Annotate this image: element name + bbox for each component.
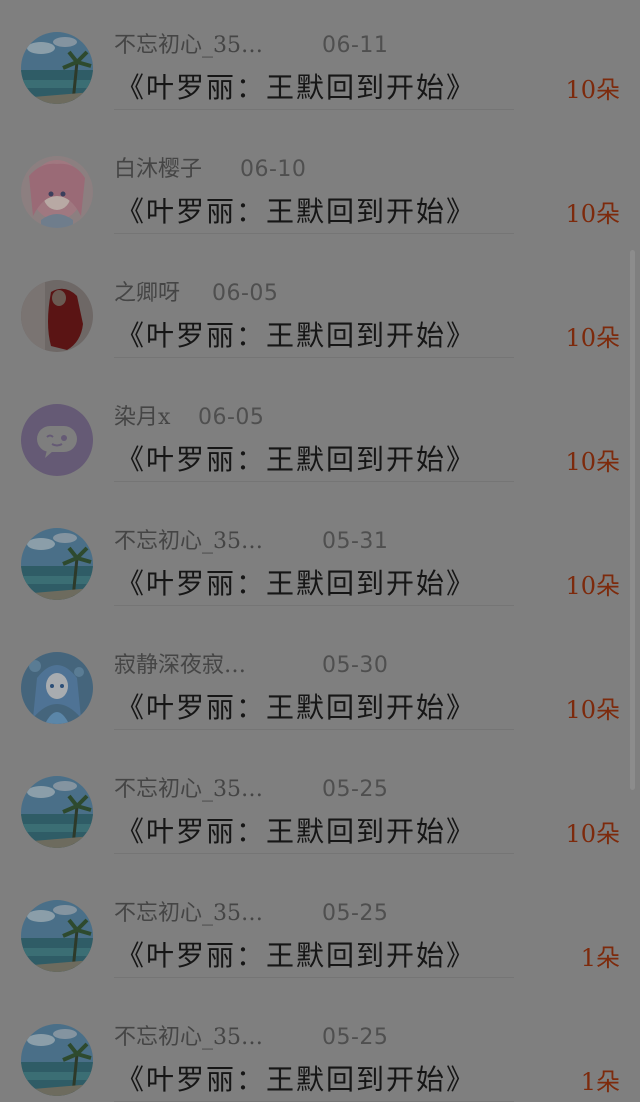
book-title[interactable]: 《叶罗丽：王默回到开始》 [116, 688, 476, 728]
user-name[interactable]: 染月x [114, 402, 170, 434]
user-name[interactable]: 寂静深夜寂… [114, 650, 246, 682]
book-title[interactable]: 《叶罗丽：王默回到开始》 [116, 440, 476, 480]
item-date: 06-05 [198, 405, 265, 430]
user-name[interactable]: 不忘初心_35… [114, 1022, 263, 1054]
flower-count: 10朵 [565, 572, 620, 600]
book-title[interactable]: 《叶罗丽：王默回到开始》 [116, 812, 476, 852]
list-item[interactable]: 不忘初心_35… 05-25 《叶罗丽：王默回到开始》 10朵 [0, 730, 640, 854]
item-meta: 不忘初心_35… 05-25 [114, 898, 534, 930]
item-date: 06-05 [212, 281, 279, 306]
item-meta: 不忘初心_35… 05-25 [114, 774, 534, 806]
item-meta: 之卿呀 06-05 [114, 278, 534, 310]
beach-avatar[interactable] [21, 528, 93, 600]
list-item[interactable]: 不忘初心_35… 05-25 《叶罗丽：王默回到开始》 1朵 [0, 978, 640, 1102]
scrollbar[interactable] [630, 250, 635, 790]
item-date: 05-30 [322, 653, 389, 678]
flower-count: 1朵 [580, 1068, 620, 1096]
list-item[interactable]: 不忘初心_35… 06-11 《叶罗丽：王默回到开始》 10朵 [0, 0, 640, 110]
item-meta: 染月x 06-05 [114, 402, 534, 434]
item-meta: 不忘初心_35… 06-11 [114, 30, 534, 62]
item-date: 05-25 [322, 777, 389, 802]
list-item[interactable]: 之卿呀 06-05 《叶罗丽：王默回到开始》 10朵 [0, 234, 640, 358]
book-title[interactable]: 《叶罗丽：王默回到开始》 [116, 316, 476, 356]
item-meta: 白沐樱子 06-10 [114, 154, 534, 186]
beach-avatar[interactable] [21, 776, 93, 848]
user-name[interactable]: 之卿呀 [114, 278, 180, 310]
beach-avatar[interactable] [21, 32, 93, 104]
flower-count: 10朵 [565, 696, 620, 724]
flower-count: 10朵 [565, 200, 620, 228]
flower-count: 10朵 [565, 76, 620, 104]
list-item[interactable]: 不忘初心_35… 05-31 《叶罗丽：王默回到开始》 10朵 [0, 482, 640, 606]
gift-record-list: 不忘初心_35… 06-11 《叶罗丽：王默回到开始》 10朵 白沐樱子 06-… [0, 0, 640, 1102]
list-item[interactable]: 寂静深夜寂… 05-30 《叶罗丽：王默回到开始》 10朵 [0, 606, 640, 730]
flower-count: 1朵 [580, 944, 620, 972]
book-title[interactable]: 《叶罗丽：王默回到开始》 [116, 936, 476, 976]
item-meta: 不忘初心_35… 05-31 [114, 526, 534, 558]
red-dress-avatar[interactable] [21, 280, 93, 352]
beach-avatar[interactable] [21, 1024, 93, 1096]
user-name[interactable]: 不忘初心_35… [114, 30, 263, 62]
item-meta: 寂静深夜寂… 05-30 [114, 650, 534, 682]
anime-blue-hair-avatar[interactable] [21, 652, 93, 724]
list-item[interactable]: 白沐樱子 06-10 《叶罗丽：王默回到开始》 10朵 [0, 110, 640, 234]
item-date: 05-25 [322, 901, 389, 926]
beach-avatar[interactable] [21, 900, 93, 972]
default-chat-avatar[interactable] [21, 404, 93, 476]
item-meta: 不忘初心_35… 05-25 [114, 1022, 534, 1054]
anime-pink-hair-avatar[interactable] [21, 156, 93, 228]
list-item[interactable]: 染月x 06-05 《叶罗丽：王默回到开始》 10朵 [0, 358, 640, 482]
item-date: 05-25 [322, 1025, 389, 1050]
item-date: 05-31 [322, 529, 389, 554]
item-date: 06-10 [240, 157, 307, 182]
list-item[interactable]: 不忘初心_35… 05-25 《叶罗丽：王默回到开始》 1朵 [0, 854, 640, 978]
item-date: 06-11 [322, 33, 389, 58]
flower-count: 10朵 [565, 448, 620, 476]
flower-count: 10朵 [565, 820, 620, 848]
flower-count: 10朵 [565, 324, 620, 352]
user-name[interactable]: 不忘初心_35… [114, 898, 263, 930]
book-title[interactable]: 《叶罗丽：王默回到开始》 [116, 1060, 476, 1100]
user-name[interactable]: 白沐樱子 [114, 154, 202, 186]
book-title[interactable]: 《叶罗丽：王默回到开始》 [116, 564, 476, 604]
book-title[interactable]: 《叶罗丽：王默回到开始》 [116, 68, 476, 108]
user-name[interactable]: 不忘初心_35… [114, 526, 263, 558]
book-title[interactable]: 《叶罗丽：王默回到开始》 [116, 192, 476, 232]
user-name[interactable]: 不忘初心_35… [114, 774, 263, 806]
